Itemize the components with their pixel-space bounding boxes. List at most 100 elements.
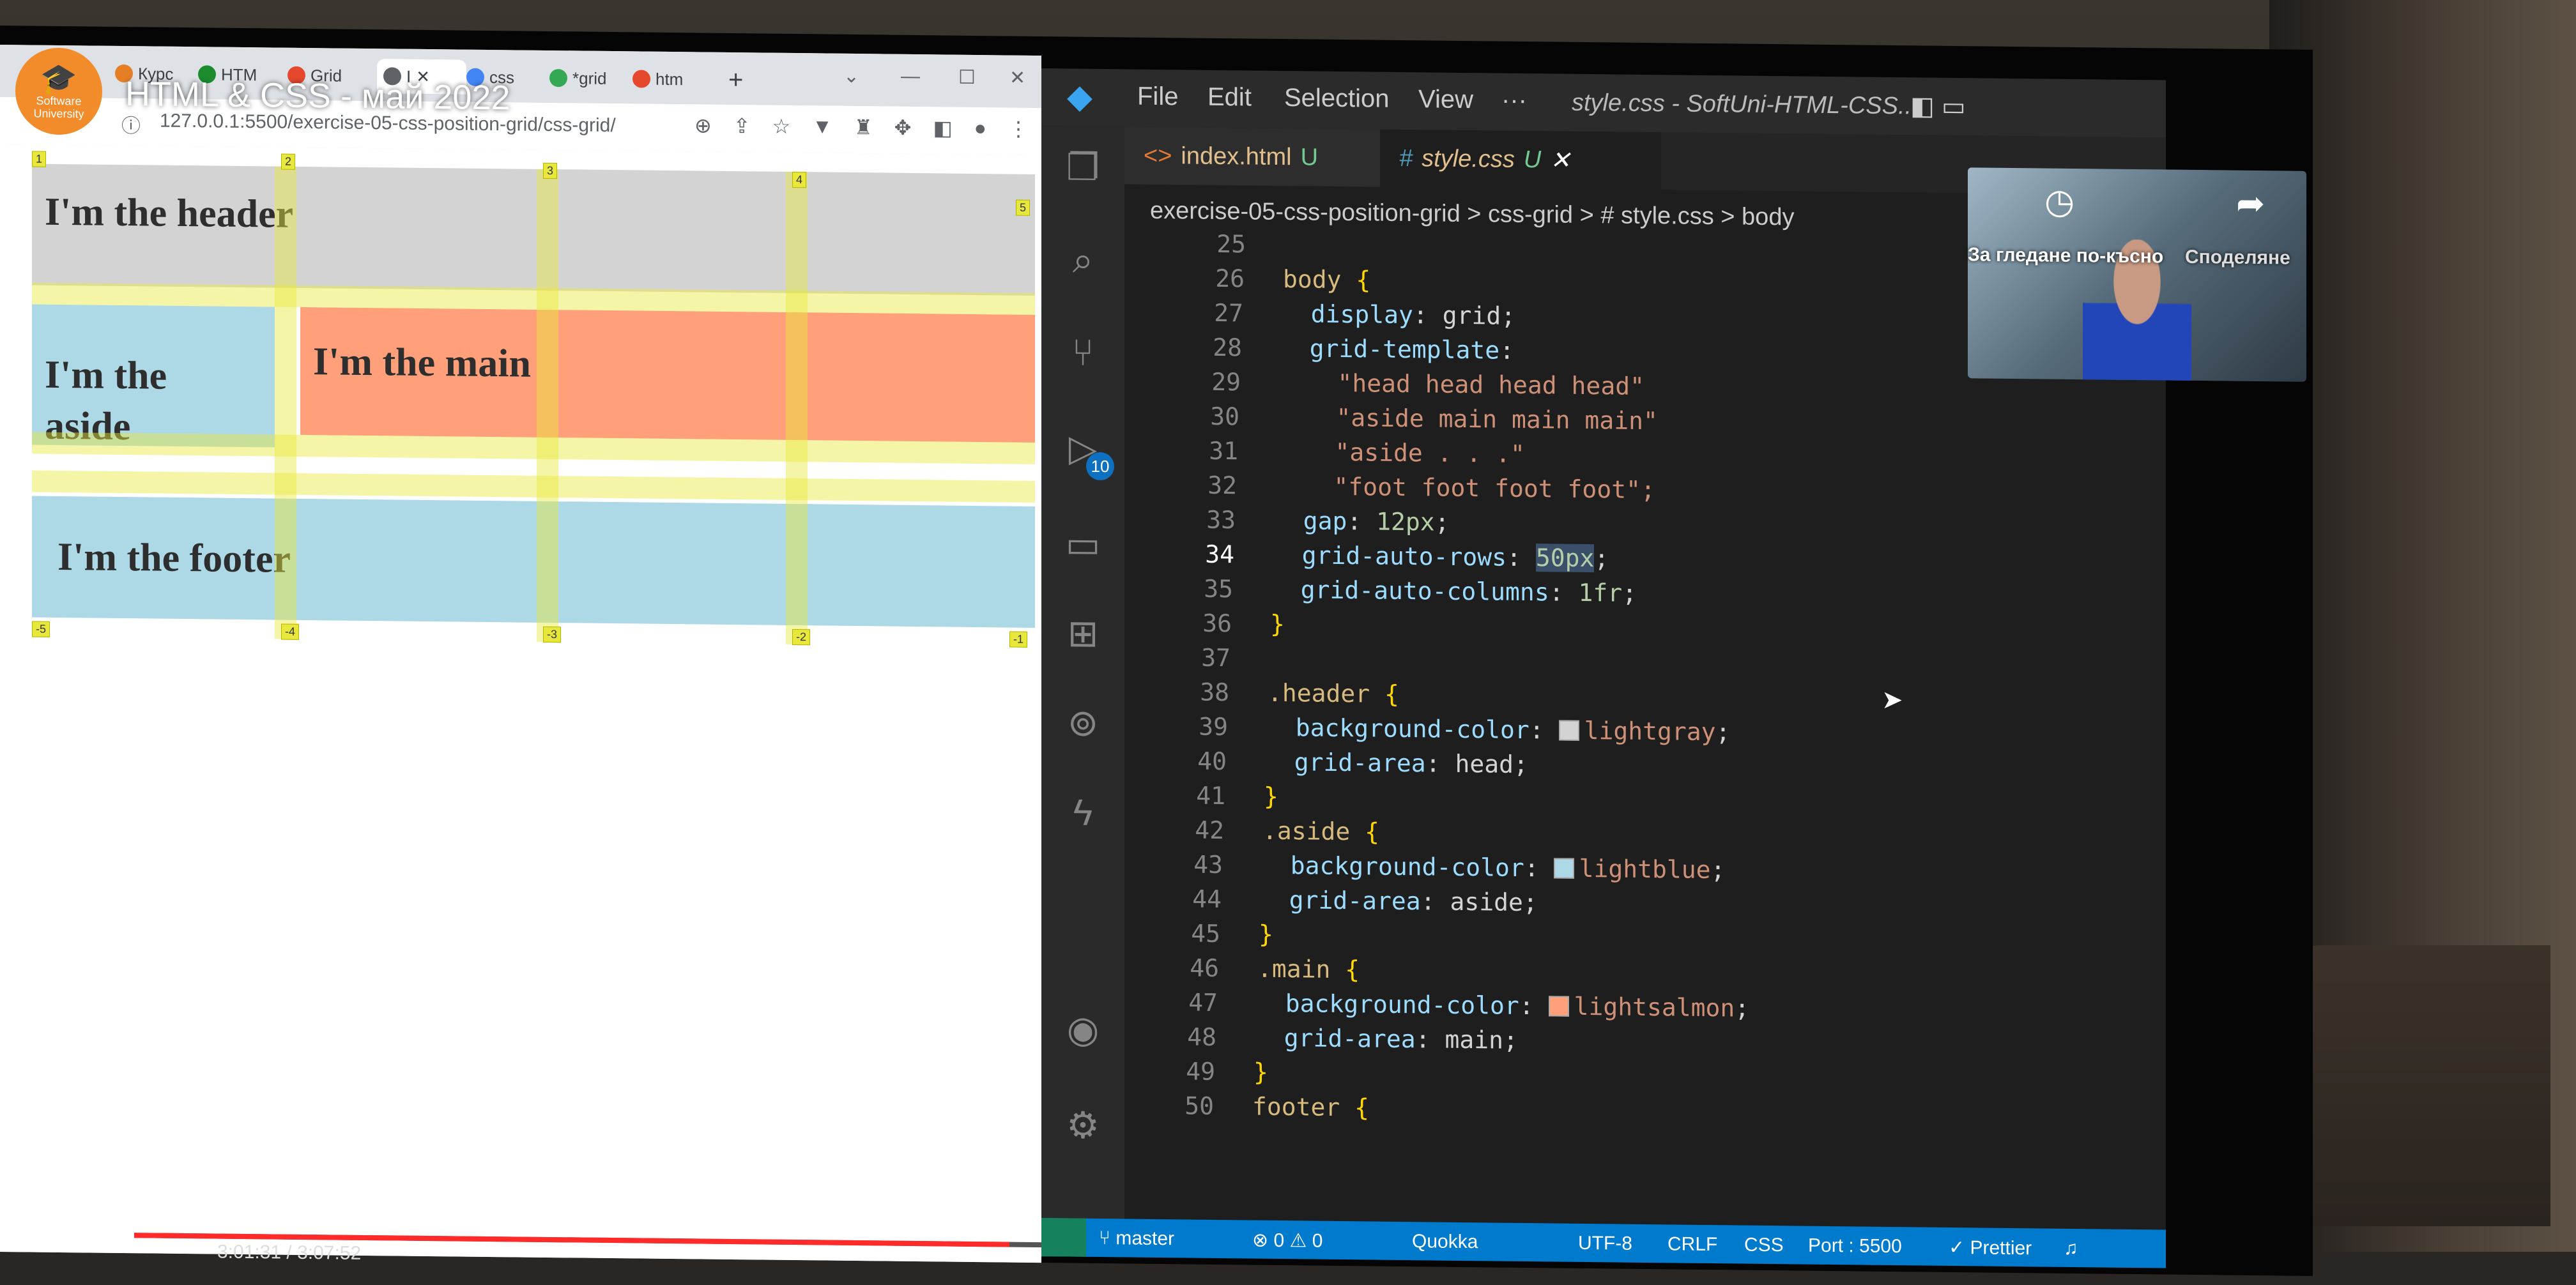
grid-line-number: -3 [543, 626, 562, 643]
close-icon[interactable]: ✕ [1550, 146, 1570, 174]
sidepanel-icon[interactable]: ◧ [933, 116, 952, 140]
minimize-icon[interactable]: — [901, 66, 920, 87]
line-number: 36 [1202, 609, 1232, 638]
code-line[interactable]: 27 display: grid; [1173, 298, 1515, 338]
grid-line-number: 1 [32, 151, 47, 167]
code-line[interactable]: 48 grid-area: main; [1146, 1023, 1518, 1062]
grid-line-number: 4 [792, 171, 807, 188]
line-number: 34 [1205, 540, 1234, 569]
menu-more[interactable]: ··· [1501, 86, 1527, 115]
profile-icon[interactable]: ● [974, 116, 986, 141]
extension-icon[interactable]: ▼ [812, 114, 832, 139]
code-line[interactable]: 44 grid-area: aside; [1151, 885, 1537, 924]
close-window-icon[interactable]: ✕ [1009, 67, 1025, 89]
line-number: 30 [1210, 402, 1239, 431]
line-number: 46 [1190, 954, 1219, 982]
tab-favicon-icon [632, 70, 650, 88]
code-line[interactable]: 40 grid-area: head; [1156, 747, 1528, 786]
line-number: 43 [1193, 850, 1223, 879]
source-control-icon[interactable]: ⑂ [1061, 330, 1105, 376]
code-line[interactable]: 45} [1150, 919, 1273, 956]
code-line[interactable]: 38 .header { [1159, 678, 1399, 716]
grid-line-number: -5 [32, 621, 50, 637]
code-line[interactable]: 46 .main { [1149, 954, 1360, 991]
code-line[interactable]: 26 body { [1174, 264, 1370, 301]
line-number: 26 [1215, 264, 1245, 293]
breadcrumb[interactable]: exercise-05-css-position-grid > css-grid… [1150, 197, 1794, 232]
code-line[interactable]: 49} [1145, 1057, 1268, 1094]
menu-file[interactable]: File [1137, 82, 1178, 112]
line-number: 35 [1204, 574, 1233, 604]
remote-explorer-icon[interactable]: ▭ [1061, 522, 1105, 567]
grid-line-overlay [537, 169, 558, 642]
line-number: 49 [1186, 1057, 1215, 1086]
line-number: 33 [1206, 505, 1236, 535]
grid-footer: I'm the footer [32, 496, 1035, 628]
graduation-cap-icon: 🎓 [40, 61, 77, 96]
line-number: 25 [1216, 229, 1246, 259]
errors-warnings-status[interactable]: ⊗ 0 ⚠ 0 [1252, 1229, 1322, 1252]
footer-text: I'm the footer [57, 535, 291, 581]
search-icon[interactable]: ⌕ [1061, 238, 1105, 283]
menu-icon[interactable]: ⋮ [1008, 117, 1029, 141]
explorer-icon[interactable]: ❐ [1061, 145, 1105, 190]
puzzle-icon[interactable]: ✥ [894, 116, 912, 140]
watch-later-label[interactable]: За гледане по-късно [1968, 244, 2163, 268]
info-icon[interactable]: ⓘ [121, 110, 141, 138]
code-line[interactable]: 42 .aside { [1154, 816, 1379, 854]
grid-line-number: -1 [1009, 631, 1028, 648]
code-editor[interactable]: 25 26 body {27 display: grid; 28 grid-templ… [1137, 229, 2096, 1198]
code-line[interactable]: 31 "aside . . ." [1168, 436, 1525, 476]
star-icon[interactable]: ☆ [772, 114, 791, 139]
new-tab-button[interactable]: + [728, 63, 760, 98]
tab-style-css[interactable]: # style.css U ✕ [1380, 129, 1661, 190]
quokka-status[interactable]: Quokka [1412, 1231, 1478, 1253]
menu-view[interactable]: View [1418, 85, 1473, 114]
chevron-down-icon[interactable]: ⌄ [843, 65, 859, 87]
live-server-status[interactable]: Port : 5500 [1808, 1235, 1902, 1258]
account-icon[interactable]: ◉ [1061, 1007, 1105, 1053]
clock-icon[interactable]: ◷ [2044, 181, 2074, 222]
code-line[interactable]: 33 gap: 12px; [1165, 505, 1449, 544]
share-arrow-icon[interactable]: ➦ [2236, 183, 2265, 224]
maximize-icon[interactable]: ☐ [958, 66, 976, 89]
line-number: 31 [1209, 436, 1238, 466]
extensions-icon[interactable]: ⊞ [1061, 611, 1105, 657]
code-line[interactable]: 36} [1162, 609, 1285, 646]
extension-icon[interactable]: ♜ [854, 115, 873, 139]
remote-indicator[interactable] [1041, 1218, 1086, 1257]
lightning-icon[interactable]: ϟ [1061, 790, 1105, 835]
tab-status: U [1300, 143, 1319, 171]
line-number: 44 [1192, 885, 1222, 914]
branch-status[interactable]: ⑂ master [1099, 1228, 1174, 1250]
code-line[interactable]: 50 footer { [1144, 1091, 1369, 1130]
settings-gear-icon[interactable]: ⚙ [1061, 1103, 1105, 1148]
bell-icon[interactable]: ♫ [2064, 1238, 2078, 1259]
line-number: 47 [1188, 988, 1218, 1017]
prettier-status[interactable]: ✓ Prettier [1949, 1236, 2032, 1259]
mouse-cursor-icon: ➤ [1882, 685, 1903, 715]
share-label[interactable]: Споделяне [2185, 247, 2290, 270]
browser-tab[interactable]: htm [632, 61, 703, 96]
code-line[interactable]: 28 grid-template: [1172, 333, 1529, 372]
menu-selection[interactable]: Selection [1284, 84, 1390, 114]
layout-icon[interactable]: ◧ ▭ [1910, 91, 1966, 121]
share-icon[interactable]: ⇪ [733, 114, 751, 138]
code-line[interactable]: 37 [1160, 643, 1269, 680]
git-graph-icon[interactable]: ⊚ [1061, 701, 1105, 746]
web-page: I'm the header I'm the aside I'm the mai… [0, 144, 1041, 1263]
language-status[interactable]: CSS [1744, 1235, 1784, 1257]
code-line[interactable]: 34 grid-auto-rows: 50px; [1164, 540, 1609, 580]
menu-edit[interactable]: Edit [1208, 83, 1252, 112]
tab-index-html[interactable]: <> index.html U [1124, 126, 1406, 188]
line-number: 45 [1191, 919, 1220, 948]
code-line[interactable]: 41} [1155, 781, 1278, 818]
color-swatch [1553, 858, 1574, 879]
zoom-icon[interactable]: ⊕ [694, 113, 712, 137]
line-number: 38 [1200, 678, 1229, 707]
eol-status[interactable]: CRLF [1667, 1233, 1717, 1256]
run-debug-icon[interactable]: ▷ [1061, 426, 1105, 471]
code-line[interactable]: 25 [1176, 229, 1284, 266]
grid-line-overlay [786, 171, 808, 645]
browser-tab[interactable]: *grid [549, 61, 620, 96]
